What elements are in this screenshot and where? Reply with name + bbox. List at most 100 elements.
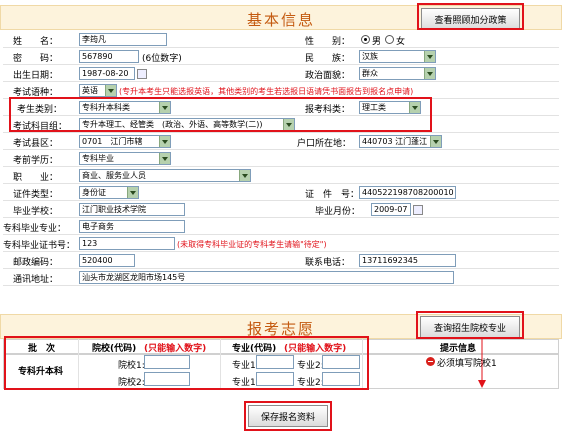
idtype-label: 证件类型： — [13, 190, 59, 200]
major1b-input[interactable] — [256, 372, 294, 386]
password-input[interactable]: 567890 — [79, 50, 139, 63]
cert-label: 专科毕业证书号： — [3, 241, 76, 251]
row-id: 证件类型： 身份证 证 件 号： 440522198708200010 — [3, 184, 559, 201]
politic-select[interactable]: 群众 — [359, 67, 436, 80]
tip-text: 必须填写院校1 — [437, 359, 497, 369]
gender-male-radio[interactable] — [361, 35, 370, 44]
category-label: 考生类别： — [17, 105, 63, 115]
col-batch: 批 次 — [28, 344, 56, 354]
address-input[interactable]: 汕头市龙湖区龙阳市场145号 — [79, 271, 454, 284]
hukou-label: 户口所在地： — [297, 139, 352, 149]
category-select[interactable]: 专科升本科类 — [79, 101, 171, 114]
subject-select[interactable]: 理工类 — [359, 101, 421, 114]
chevron-down-icon — [159, 153, 170, 164]
row-education: 考前学历： 专科毕业 — [3, 150, 559, 167]
gender-male-label: 男 — [372, 37, 382, 47]
gradmonth-input[interactable]: 2009-07 — [371, 203, 411, 216]
col-school: 院校(代码) — [92, 344, 137, 354]
major2-input[interactable] — [322, 355, 360, 369]
row-job: 职 业： 商业、服务业人员 — [3, 167, 559, 184]
warning-icon — [426, 357, 435, 366]
row-category: 考生类别： 专科升本科类 报考科类： 理工类 — [3, 99, 559, 116]
calendar-icon[interactable] — [413, 205, 423, 215]
gender-label: 性 别： — [305, 37, 351, 47]
group-label: 考试科目组： — [13, 122, 68, 132]
row-county: 考试县区： 0701 江门市辖 户口所在地： 440703 江门蓬江 — [3, 133, 559, 150]
major1b-label: 专业1: — [232, 378, 259, 388]
row-birth: 出生日期： 1987-08-20 政治面貌： 群众 — [3, 65, 559, 82]
name-label: 姓 名： — [13, 37, 59, 47]
chevron-down-icon — [430, 136, 441, 147]
job-select[interactable]: 商业、服务业人员 — [79, 169, 251, 182]
chevron-down-icon — [424, 51, 435, 62]
row-address: 通讯地址： 汕头市龙湖区龙阳市场145号 — [3, 269, 559, 286]
gradmonth-label: 毕业月份： — [315, 207, 361, 217]
divider — [362, 339, 363, 389]
policy-button[interactable]: 查看照顾加分政策 — [421, 8, 520, 30]
school-input[interactable]: 江门职业技术学院 — [79, 203, 185, 216]
name-input[interactable]: 李筠凡 — [79, 33, 167, 46]
ethnic-label: 民 族： — [305, 54, 351, 64]
col-school-note: (只能输入数字) — [144, 344, 207, 354]
hukou-select[interactable]: 440703 江门蓬江 — [359, 135, 442, 148]
birth-input[interactable]: 1987-08-20 — [79, 67, 135, 80]
major-label: 专科毕业专业： — [3, 224, 67, 234]
major2b-input[interactable] — [322, 372, 360, 386]
cert-input[interactable]: 123 — [79, 237, 175, 250]
idtype-select[interactable]: 身份证 — [79, 186, 139, 199]
subject-value: 理工类 — [362, 103, 386, 112]
lang-select[interactable]: 英语 — [79, 84, 117, 97]
row-major: 专科毕业专业： 电子商务 — [3, 218, 559, 235]
ethnic-select[interactable]: 汉族 — [359, 50, 436, 63]
edu-select[interactable]: 专科毕业 — [79, 152, 171, 165]
postcode-input[interactable]: 520400 — [79, 254, 135, 267]
save-button[interactable]: 保存报名资料 — [248, 405, 328, 427]
category-value: 专科升本科类 — [82, 103, 130, 112]
batch-name: 专科升本科 — [18, 367, 64, 377]
idtype-value: 身份证 — [82, 188, 106, 197]
divider — [78, 339, 79, 389]
idno-label: 证 件 号： — [305, 190, 360, 200]
calendar-icon[interactable] — [137, 69, 147, 79]
gender-female-label: 女 — [396, 37, 406, 47]
chevron-down-icon — [283, 119, 294, 130]
chevron-down-icon — [127, 187, 138, 198]
county-value: 0701 江门市辖 — [82, 137, 143, 146]
lang-value: 英语 — [82, 86, 98, 95]
major2-label: 专业2: — [297, 361, 324, 371]
password-label: 密 码： — [13, 54, 59, 64]
politic-value: 群众 — [362, 69, 378, 78]
edu-value: 专科毕业 — [82, 154, 114, 163]
chevron-down-icon — [159, 136, 170, 147]
group-select[interactable]: 专升本理工、经管类 (政治、外语、高等数学(二)) — [79, 118, 295, 131]
col-tip: 提示信息 — [440, 344, 477, 354]
subject-label: 报考科类： — [305, 105, 351, 115]
query-button[interactable]: 查询招生院校专业 — [420, 316, 520, 338]
gender-female-radio[interactable] — [385, 35, 394, 44]
row-cert: 专科毕业证书号： 123 (未取得专科毕业证的专科考生请输"待定") — [3, 235, 559, 252]
lang-note: (专升本考生只能选报英语，其他类别的考生若选报日语请凭书面报告到报名点申请) — [119, 87, 414, 96]
chevron-down-icon — [409, 102, 420, 113]
row-school: 毕业学校： 江门职业技术学院 毕业月份： 2009-07 — [3, 201, 559, 218]
row-group: 考试科目组： 专升本理工、经管类 (政治、外语、高等数学(二)) — [3, 116, 559, 133]
phone-input[interactable]: 13711692345 — [359, 254, 456, 267]
address-label: 通讯地址： — [13, 275, 59, 285]
school1-input[interactable] — [144, 355, 190, 369]
major1-input[interactable] — [256, 355, 294, 369]
school2-input[interactable] — [144, 372, 190, 386]
cert-note: (未取得专科毕业证的专科考生请输"待定") — [177, 240, 327, 249]
major2b-label: 专业2: — [297, 378, 324, 388]
idno-input[interactable]: 440522198708200010 — [359, 186, 456, 199]
major-input[interactable]: 电子商务 — [79, 220, 185, 233]
ethnic-value: 汉族 — [362, 52, 378, 61]
county-label: 考试县区： — [13, 139, 59, 149]
county-select[interactable]: 0701 江门市辖 — [79, 135, 171, 148]
row-name: 姓 名： 李筠凡 性 别： 男 女 — [3, 31, 559, 48]
lang-label: 考试语种： — [13, 88, 59, 98]
politic-label: 政治面貌： — [305, 71, 351, 81]
row-language: 考试语种： 英语 (专升本考生只能选报英语，其他类别的考生若选报日语请凭书面报告… — [3, 82, 559, 99]
hukou-value: 440703 江门蓬江 — [362, 137, 428, 146]
col-major-note: (只能输入数字) — [284, 344, 347, 354]
postcode-label: 邮政编码： — [13, 258, 59, 268]
phone-label: 联系电话： — [305, 258, 351, 268]
